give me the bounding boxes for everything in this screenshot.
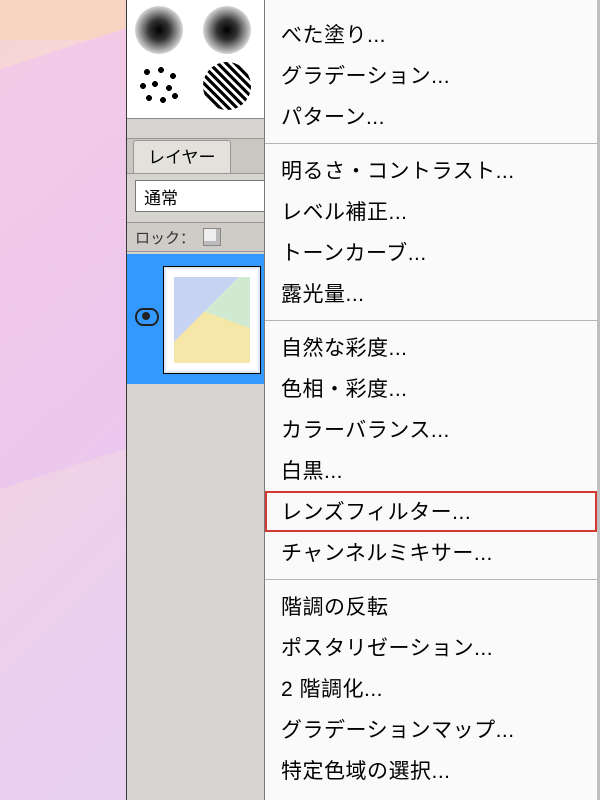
menu-item-invert[interactable]: 階調の反転 — [265, 586, 597, 627]
menu-item-selective-color[interactable]: 特定色域の選択... — [265, 750, 597, 791]
menu-item-curves[interactable]: トーンカーブ... — [265, 232, 597, 273]
menu-item-color-balance[interactable]: カラーバランス... — [265, 409, 597, 450]
menu-item-photo-filter[interactable]: レンズフィルター... — [265, 491, 597, 532]
blend-mode-value: 通常 — [144, 184, 178, 209]
menu-item-threshold[interactable]: 2 階調化... — [265, 668, 597, 709]
menu-item-solid-color[interactable]: べた塗り... — [265, 14, 597, 55]
menu-item-exposure[interactable]: 露光量... — [265, 273, 597, 314]
menu-item-posterize[interactable]: ポスタリゼーション... — [265, 627, 597, 668]
layer-thumbnail-image — [174, 277, 250, 363]
lock-label: ロック： — [135, 227, 195, 248]
menu-item-gradient[interactable]: グラデーション... — [265, 55, 597, 96]
menu-item-channel-mixer[interactable]: チャンネルミキサー... — [265, 532, 597, 573]
menu-item-hue-saturation[interactable]: 色相・彩度... — [265, 368, 597, 409]
menu-item-vibrance[interactable]: 自然な彩度... — [265, 327, 597, 368]
adjustment-layer-menu: べた塗り...グラデーション...パターン... 明るさ・コントラスト...レベル… — [264, 0, 597, 800]
brush-preset-spatter[interactable] — [135, 62, 183, 110]
menu-item-levels[interactable]: レベル補正... — [265, 191, 597, 232]
layer-thumbnail[interactable] — [163, 266, 261, 374]
brush-preset-soft[interactable] — [135, 6, 183, 54]
menu-item-black-white[interactable]: 白黒... — [265, 450, 597, 491]
brush-preset-hatch[interactable] — [203, 62, 251, 110]
menu-item-brightness-contrast[interactable]: 明るさ・コントラスト... — [265, 150, 597, 191]
visibility-eye-icon[interactable] — [135, 308, 159, 326]
brush-preset-soft-2[interactable] — [203, 6, 251, 54]
menu-item-pattern[interactable]: パターン... — [265, 96, 597, 137]
lock-transparency-icon[interactable] — [203, 228, 221, 246]
tab-layers[interactable]: レイヤー — [133, 140, 231, 173]
blend-mode-select[interactable]: 通常 — [135, 180, 273, 212]
menu-item-gradient-map[interactable]: グラデーションマップ... — [265, 709, 597, 750]
